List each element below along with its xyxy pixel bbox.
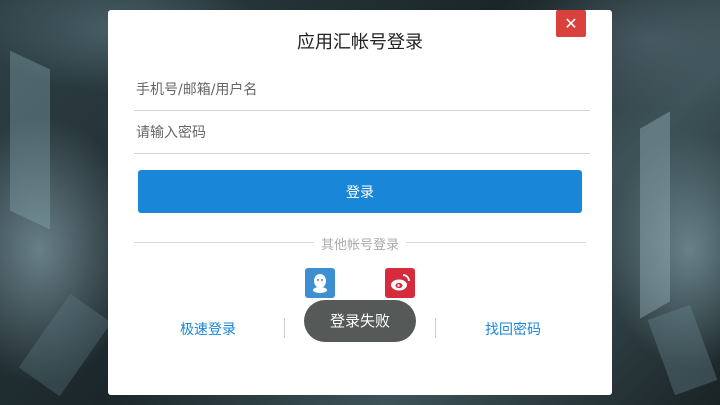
other-login-divider: 其他帐号登录: [134, 233, 586, 253]
close-button[interactable]: ✕: [556, 10, 586, 37]
link-separator: [435, 318, 436, 338]
login-button[interactable]: 登录: [138, 170, 582, 213]
background-shard: [647, 304, 718, 396]
dialog-title: 应用汇帐号登录: [297, 32, 423, 53]
recover-password-link[interactable]: 找回密码: [485, 319, 541, 339]
other-login-label: 其他帐号登录: [320, 238, 399, 253]
qq-login-button[interactable]: [305, 268, 335, 298]
background-shard: [18, 293, 112, 397]
password-input[interactable]: [134, 113, 590, 154]
login-failed-toast: 登录失败: [304, 300, 416, 342]
quick-login-link[interactable]: 极速登录: [180, 319, 236, 339]
qq-icon: [313, 274, 327, 293]
weibo-icon: [391, 274, 410, 291]
username-input[interactable]: [134, 70, 590, 111]
link-separator: [284, 318, 285, 338]
background-shard: [640, 111, 670, 319]
weibo-login-button[interactable]: [385, 268, 415, 298]
background-shard: [10, 50, 50, 230]
divider-line: [406, 242, 586, 243]
